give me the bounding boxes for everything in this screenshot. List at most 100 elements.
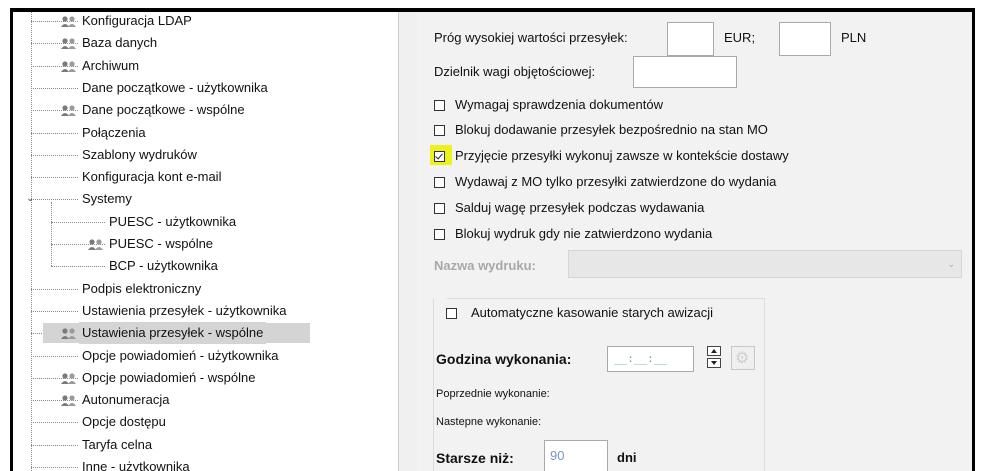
tree-item[interactable]: Archiwum — [13, 55, 398, 77]
tree-item[interactable]: Szablony wydruków — [13, 144, 398, 166]
time-label: Godzina wykonania: — [436, 351, 572, 367]
time-spin-up[interactable] — [707, 346, 721, 356]
option-label: Wydawaj z MO tylko przesyłki zatwierdzon… — [455, 174, 777, 189]
older-than-input[interactable]: 90 — [544, 440, 608, 471]
tree-item-label: PUESC - użytkownika — [109, 213, 237, 229]
tree-item-label: Autonumeracja — [82, 392, 170, 408]
tree-item-label: Opcje powiadomień - użytkownika — [82, 347, 279, 363]
tree-item-label: BCP - użytkownika — [109, 258, 218, 274]
users-icon — [60, 393, 78, 407]
tree-item[interactable]: Ustawienia przesyłek - użytkownika — [13, 300, 398, 322]
option-label: Blokuj wydruk gdy nie zatwierdzono wydan… — [455, 226, 713, 241]
next-run-label: Nastepne wykonanie: — [436, 416, 542, 428]
tree-item-label: Połączenia — [82, 124, 146, 140]
chevron-down-icon: ⌄ — [947, 259, 955, 269]
chevron-down-icon[interactable]: ⌄ — [26, 188, 34, 210]
tree-connector — [31, 177, 78, 179]
print-name-select[interactable]: ⌄ — [568, 250, 962, 278]
print-name-label: Nazwa wydruku: — [434, 258, 536, 273]
tree-item[interactable]: ⌄ Systemy — [13, 188, 398, 210]
tree-item[interactable]: Autonumeracja — [13, 389, 398, 411]
tree-item-label: Opcje powiadomień - wspólne — [82, 369, 256, 385]
users-icon — [87, 237, 105, 251]
window-frame-right — [972, 8, 975, 471]
tree-item-label: Dane początkowe - użytkownika — [82, 79, 268, 95]
tree-item[interactable]: Dane początkowe - użytkownika — [13, 77, 398, 99]
users-icon — [60, 103, 78, 117]
gear-icon: ⚙ — [735, 350, 750, 367]
tree-connector — [31, 288, 78, 290]
tree-item[interactable]: Połączenia — [13, 122, 398, 144]
previous-run-label: Poprzednie wykonanie: — [436, 388, 550, 400]
currency-eur-label: EUR; — [724, 30, 756, 45]
users-icon — [60, 36, 78, 50]
panel-splitter[interactable] — [398, 12, 418, 471]
tree-connector — [31, 154, 78, 156]
tree-item-label: Inne - użytkownika — [82, 459, 190, 471]
settings-panel: Próg wysokiej wartości przesyłek: EUR; P… — [417, 12, 972, 471]
tree-item-label: Ustawienia przesyłek - wspólne — [79, 322, 267, 345]
tree-item-label: Opcje dostępu — [82, 414, 166, 430]
option-label: Blokuj dodawanie przesyłek bezpośrednio … — [455, 122, 768, 137]
tree-connector — [31, 444, 78, 446]
divisor-label: Dzielnik wagi objętościowej: — [434, 64, 596, 79]
option-checkbox[interactable] — [434, 203, 445, 214]
tree-item-label: Konfiguracja kont e-mail — [82, 169, 222, 185]
option-checkbox[interactable] — [434, 125, 445, 136]
currency-pln-label: PLN — [841, 30, 867, 45]
tree-item-label: Baza danych — [82, 35, 158, 51]
tree-item-label: Konfiguracja LDAP — [82, 13, 192, 28]
time-spin-down[interactable] — [707, 358, 721, 368]
tree-item[interactable]: Konfiguracja kont e-mail — [13, 166, 398, 188]
older-than-label: Starsze niż: — [436, 450, 514, 466]
tree-item-label: Dane początkowe - wspólne — [82, 102, 245, 118]
tree-connector — [51, 221, 105, 223]
tree-connector — [51, 266, 105, 268]
tree-connector — [31, 422, 78, 424]
tree-item[interactable]: Baza danych — [13, 32, 398, 54]
threshold-label: Próg wysokiej wartości przesyłek: — [434, 30, 628, 45]
tree-item[interactable]: Dane początkowe - wspólne — [13, 99, 398, 121]
tree-item[interactable]: Opcje powiadomień - użytkownika — [13, 345, 398, 367]
tree-connector — [31, 132, 78, 134]
tree-item-label: Systemy — [82, 191, 132, 207]
threshold-pln-input[interactable] — [779, 22, 831, 56]
tree-connector — [31, 467, 78, 468]
option-checkbox[interactable] — [434, 100, 445, 111]
option-checkbox[interactable] — [434, 177, 445, 188]
option-checkbox[interactable] — [434, 229, 445, 240]
tree-item[interactable]: Podpis elektroniczny — [13, 278, 398, 300]
tree-item-label: Taryfa celna — [82, 436, 153, 452]
tree-connector — [31, 199, 78, 201]
settings-tree[interactable]: Konfiguracja LDAP Baza danych Archiwum Dane… — [13, 12, 398, 471]
tree-item-selected[interactable]: Ustawienia przesyłek - wspólne — [13, 322, 398, 345]
tree-item-label: PUESC - wspólne — [109, 236, 214, 251]
tree-connector — [31, 87, 78, 89]
tree-item-label: Ustawienia przesyłek - użytkownika — [82, 302, 287, 318]
tree-item-label: Szablony wydruków — [82, 146, 197, 162]
users-icon — [60, 371, 78, 385]
users-icon — [60, 14, 78, 28]
auto-delete-checkbox[interactable] — [446, 308, 457, 319]
tree-item[interactable]: BCP - użytkownika — [13, 255, 398, 277]
auto-delete-label: Automatyczne kasowanie starych awizacji — [467, 305, 718, 320]
refresh-button[interactable]: ⚙ — [731, 346, 755, 370]
time-input[interactable]: __:__:__ — [607, 346, 694, 372]
users-icon — [60, 326, 78, 340]
tree-item[interactable]: Taryfa celna — [13, 434, 398, 456]
threshold-eur-input[interactable] — [667, 22, 714, 56]
tree-item[interactable]: Opcje dostępu — [13, 411, 398, 433]
option-label: Wymagaj sprawdzenia dokumentów — [455, 97, 663, 112]
option-label: Salduj wagę przesyłek podczas wydawania — [455, 200, 705, 215]
tree-item[interactable]: Konfiguracja LDAP — [13, 12, 398, 32]
tree-item[interactable]: Inne - użytkownika — [13, 456, 398, 471]
tree-item-label: Archiwum — [82, 57, 140, 73]
option-label: Przyjęcie przesyłki wykonuj zawsze w kon… — [455, 148, 789, 163]
tree-connector — [31, 355, 78, 357]
tree-item[interactable]: PUESC - wspólne — [13, 233, 398, 255]
divisor-input[interactable] — [633, 56, 737, 88]
option-checkbox[interactable] — [434, 151, 445, 162]
tree-item[interactable]: PUESC - użytkownika — [13, 211, 398, 233]
days-label: dni — [617, 450, 637, 465]
tree-item[interactable]: Opcje powiadomień - wspólne — [13, 367, 398, 389]
